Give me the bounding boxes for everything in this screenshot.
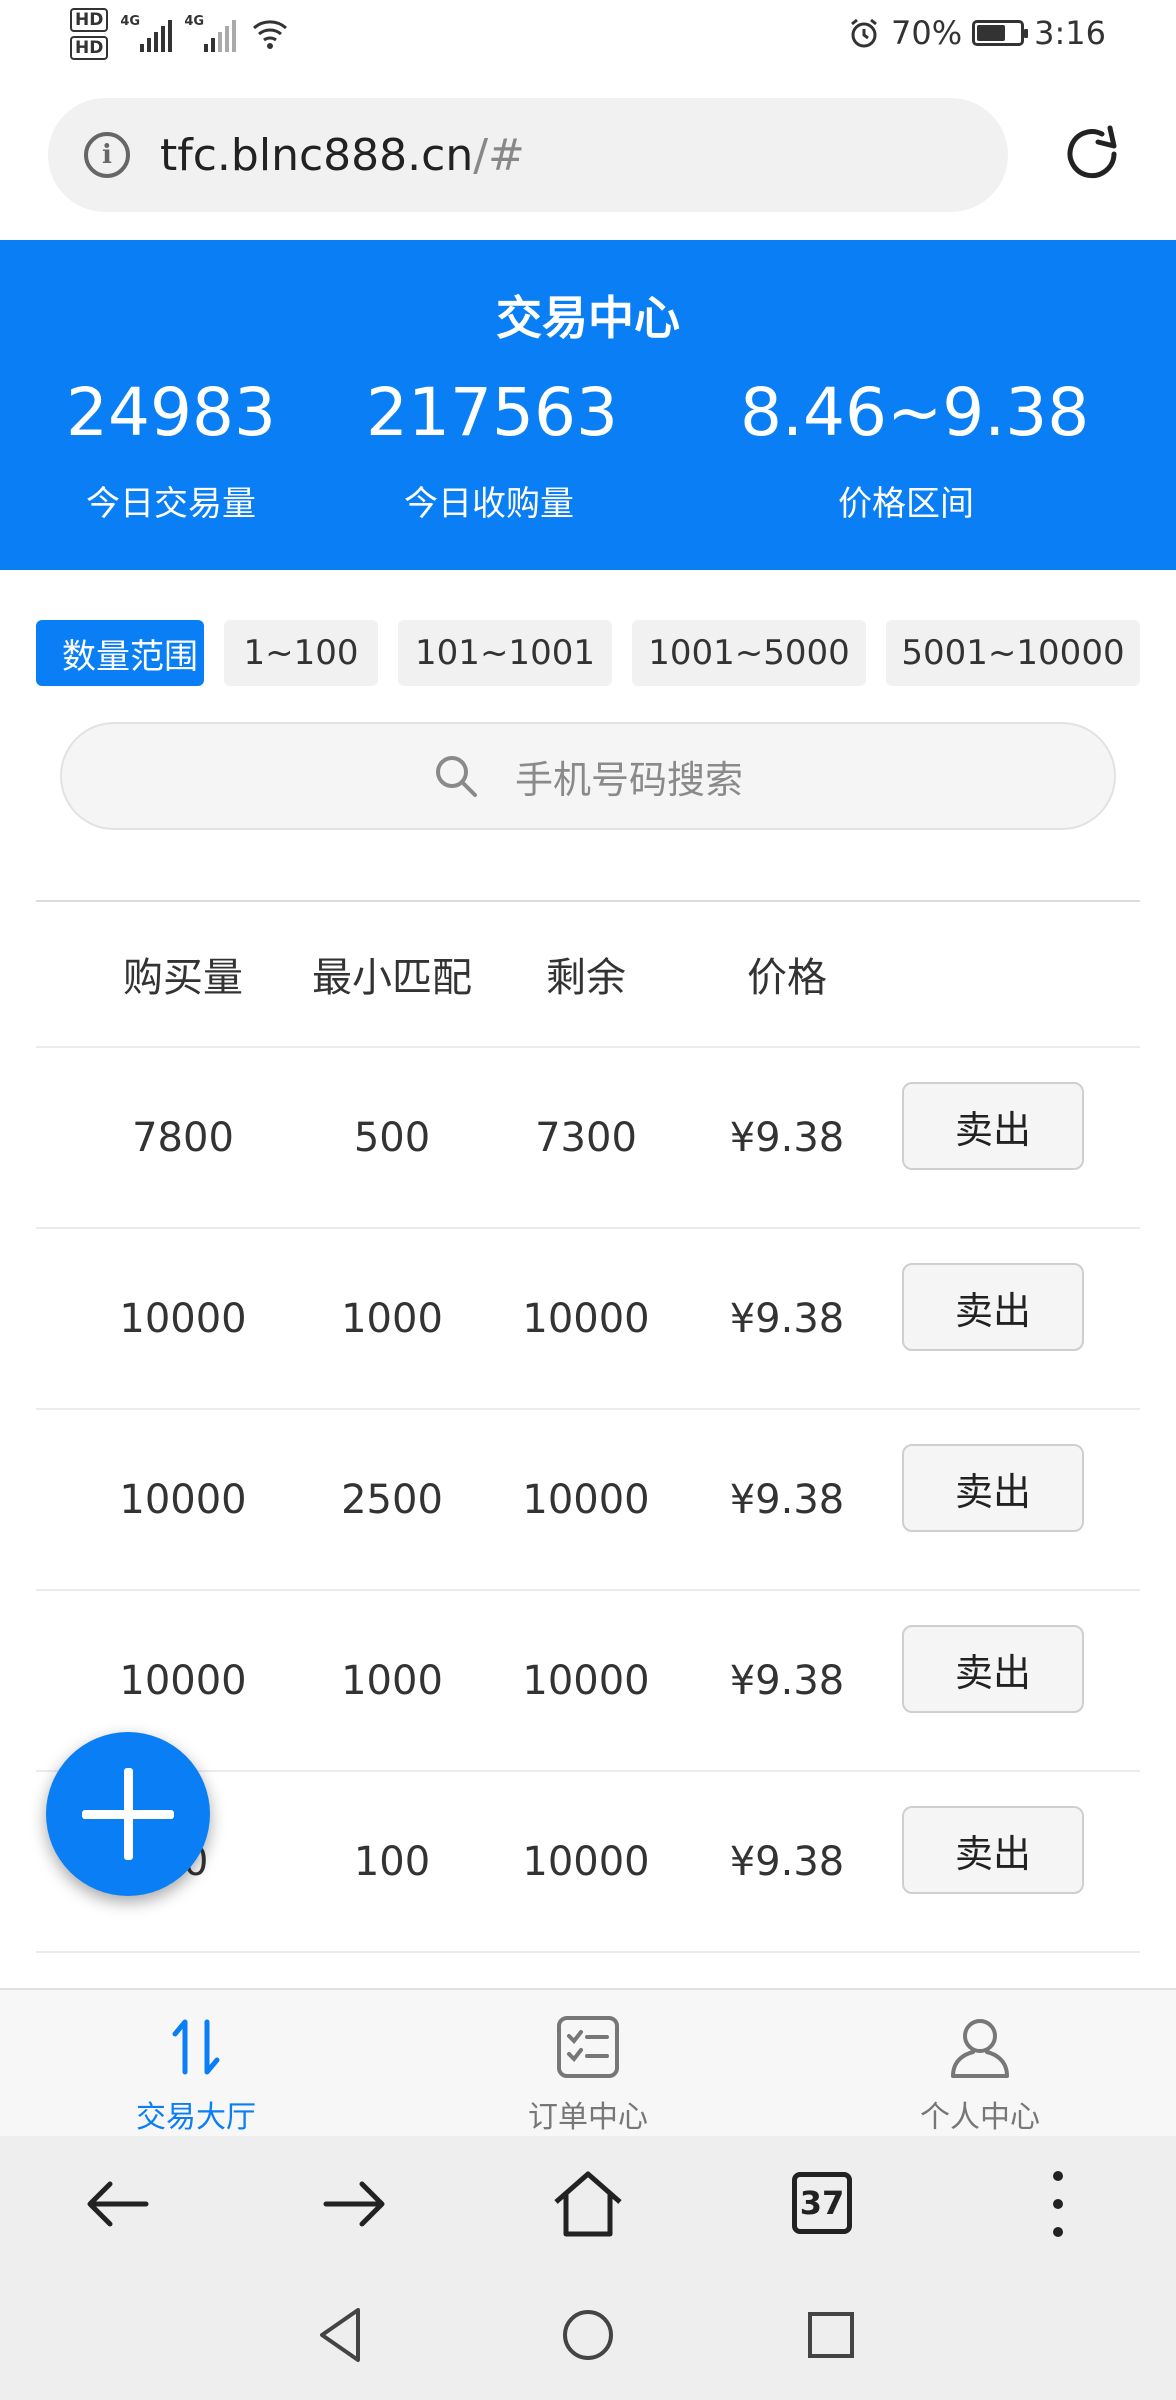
hd-badge-1: HD bbox=[70, 8, 109, 32]
cell-remaining: 7300 bbox=[535, 1114, 637, 1161]
stat-today-volume: 24983 今日交易量 bbox=[66, 374, 276, 525]
system-navigation-bar bbox=[0, 2276, 1176, 2400]
sell-button[interactable]: 卖出 bbox=[902, 1263, 1084, 1351]
signal-icon-1: 4G bbox=[120, 14, 173, 52]
sell-button[interactable]: 卖出 bbox=[902, 1806, 1084, 1894]
bottom-tab-bar: 交易大厅 订单中心 个人中心 bbox=[0, 1988, 1176, 2136]
cell-remaining: 10000 bbox=[522, 1295, 650, 1342]
tab-count-button[interactable]: 37 bbox=[792, 2172, 852, 2234]
search-icon bbox=[435, 756, 477, 797]
cell-remaining: 10000 bbox=[522, 1657, 650, 1704]
tab-trading-hall[interactable]: 交易大厅 bbox=[46, 1990, 346, 2138]
battery-icon bbox=[972, 20, 1029, 46]
table-header: 购买量 最小匹配 剩余 价格 bbox=[36, 902, 1140, 1048]
cell-min-match: 100 bbox=[353, 1838, 431, 1885]
filter-chip-1001-5000[interactable]: 1001~5000 bbox=[632, 620, 866, 686]
cell-buy-qty: 7800 bbox=[132, 1114, 234, 1161]
info-icon[interactable]: i bbox=[84, 132, 130, 178]
back-arrow-icon[interactable] bbox=[76, 2162, 160, 2246]
browser-toolbar: 37 bbox=[0, 2136, 1176, 2276]
url-field[interactable]: i tfc.blnc888.cn/# bbox=[48, 98, 1008, 212]
cell-price: ¥9.38 bbox=[729, 1114, 845, 1161]
reload-icon[interactable] bbox=[1058, 120, 1126, 188]
user-icon bbox=[951, 2019, 1009, 2078]
col-price: 价格 bbox=[747, 955, 827, 1001]
system-home-icon[interactable] bbox=[553, 2300, 623, 2370]
clock: 3:16 bbox=[1034, 14, 1106, 52]
order-list-icon bbox=[557, 2016, 619, 2078]
page-title: 交易中心 bbox=[496, 291, 680, 345]
cell-price: ¥9.38 bbox=[729, 1838, 845, 1885]
browser-address-bar: i tfc.blnc888.cn/# bbox=[0, 72, 1176, 240]
filter-chip-5001-10000[interactable]: 5001~10000 bbox=[886, 620, 1140, 686]
signal-icon-2: 4G bbox=[184, 14, 237, 52]
cell-remaining: 10000 bbox=[522, 1838, 650, 1885]
status-bar: HD HD 4G 4G 70% 3:16 bbox=[0, 0, 1176, 72]
home-icon[interactable] bbox=[546, 2162, 630, 2246]
cell-price: ¥9.38 bbox=[729, 1295, 845, 1342]
col-buy-qty: 购买量 bbox=[123, 955, 243, 1001]
tab-order-center[interactable]: 订单中心 bbox=[438, 1990, 738, 2138]
phone-search-input[interactable]: 手机号码搜索 bbox=[60, 722, 1116, 830]
cell-min-match: 1000 bbox=[341, 1295, 443, 1342]
add-order-button[interactable] bbox=[46, 1732, 210, 1896]
filter-chip-101-1001[interactable]: 101~1001 bbox=[398, 620, 612, 686]
battery-percent: 70% bbox=[891, 14, 963, 52]
system-back-icon[interactable] bbox=[306, 2300, 376, 2370]
cell-remaining: 10000 bbox=[522, 1476, 650, 1523]
stat-price-range: 8.46~9.38 价格区间 bbox=[740, 374, 1090, 525]
col-remaining: 剩余 bbox=[546, 955, 626, 1001]
cell-price: ¥9.38 bbox=[729, 1476, 845, 1523]
status-right: 70% 3:16 bbox=[847, 14, 1106, 52]
sell-button[interactable]: 卖出 bbox=[902, 1082, 1084, 1170]
filter-chip-range[interactable]: 数量范围 bbox=[36, 620, 204, 686]
more-menu-icon[interactable] bbox=[1016, 2162, 1100, 2246]
sell-button[interactable]: 卖出 bbox=[902, 1625, 1084, 1713]
cell-buy-qty: 10000 bbox=[119, 1295, 247, 1342]
cell-min-match: 2500 bbox=[341, 1476, 443, 1523]
cell-buy-qty: 10000 bbox=[119, 1476, 247, 1523]
stat-today-purchase: 217563 今日收购量 bbox=[366, 374, 618, 525]
forward-arrow-icon[interactable] bbox=[312, 2162, 396, 2246]
cell-min-match: 1000 bbox=[341, 1657, 443, 1704]
col-min-match: 最小匹配 bbox=[312, 955, 472, 1001]
table-row: 10000 1000 10000 ¥9.38 卖出 bbox=[36, 1229, 1140, 1410]
hd-badge-2: HD bbox=[70, 36, 109, 60]
quantity-filter: 数量范围 1~100 101~1001 1001~5000 5001~10000 bbox=[36, 620, 1140, 686]
wifi-icon bbox=[253, 20, 288, 49]
system-recents-icon[interactable] bbox=[796, 2300, 866, 2370]
table-row: 7800 500 7300 ¥9.38 卖出 bbox=[36, 1048, 1140, 1229]
status-left: HD HD 4G 4G bbox=[70, 8, 290, 60]
swap-arrows-icon bbox=[172, 2019, 220, 2075]
table-row: 10000 2500 10000 ¥9.38 卖出 bbox=[36, 1410, 1140, 1591]
search-placeholder: 手机号码搜索 bbox=[514, 757, 743, 802]
cell-min-match: 500 bbox=[353, 1114, 431, 1161]
url-text: tfc.blnc888.cn/# bbox=[160, 129, 525, 181]
alarm-icon bbox=[851, 18, 877, 48]
tab-personal-center[interactable]: 个人中心 bbox=[830, 1990, 1130, 2138]
filter-chip-1-100[interactable]: 1~100 bbox=[224, 620, 378, 686]
trading-header: 交易中心 24983 今日交易量 217563 今日收购量 8.46~9.38 … bbox=[0, 240, 1176, 570]
table-row: 10000 1000 10000 ¥9.38 卖出 bbox=[36, 1591, 1140, 1772]
sell-button[interactable]: 卖出 bbox=[902, 1444, 1084, 1532]
cell-price: ¥9.38 bbox=[729, 1657, 845, 1704]
